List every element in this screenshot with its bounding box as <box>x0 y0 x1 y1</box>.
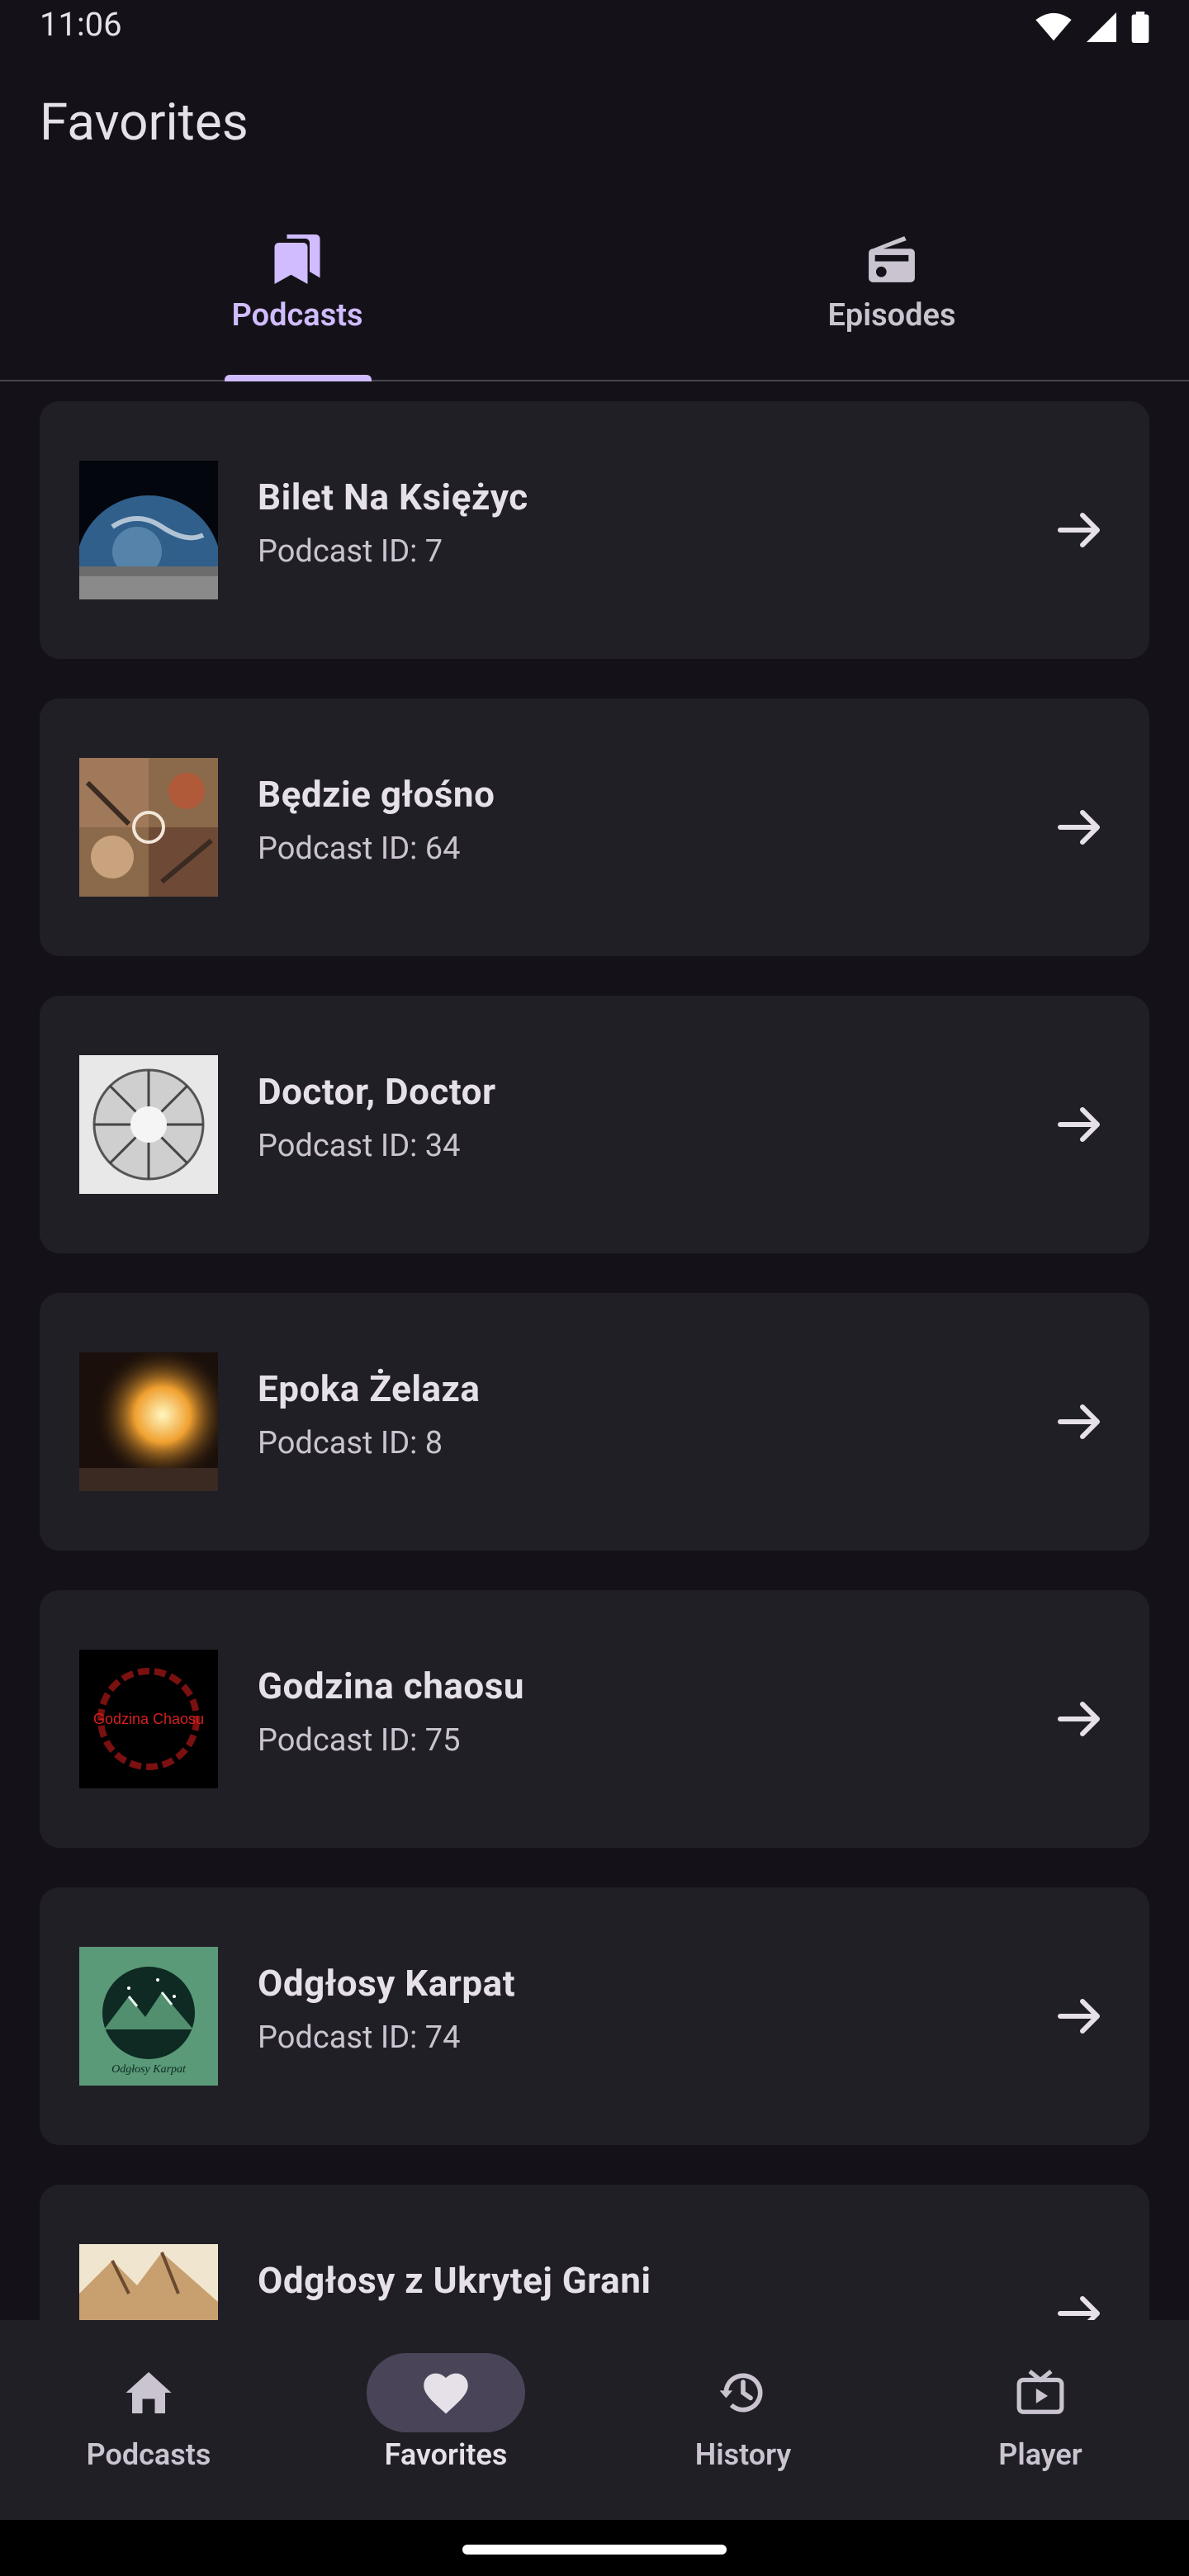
nav-indicator <box>367 2353 525 2432</box>
podcast-id: Podcast ID: 75 <box>258 1722 461 1759</box>
page-title: Favorites <box>40 92 249 153</box>
nav-indicator <box>69 2353 228 2432</box>
podcast-cover: Godzina Chaosu <box>79 1650 218 1788</box>
arrow-right-icon[interactable] <box>1050 1392 1110 1451</box>
arrow-right-icon[interactable] <box>1050 1689 1110 1749</box>
tab-bar: Podcasts Episodes <box>0 215 1189 381</box>
podcast-title: Bilet Na Księżyc <box>258 476 528 519</box>
nav-player[interactable]: Player <box>892 2320 1189 2520</box>
gesture-bar <box>0 2520 1189 2576</box>
tab-podcasts-label: Podcasts <box>231 297 363 334</box>
podcast-card[interactable]: Będzie głośno Podcast ID: 64 <box>40 698 1149 956</box>
podcast-cover: Odgłosy Karpat <box>79 1947 218 2086</box>
podcast-cover <box>79 1352 218 1491</box>
podcast-card[interactable]: Doctor, Doctor Podcast ID: 34 <box>40 996 1149 1253</box>
podcast-title: Będzie głośno <box>258 773 495 816</box>
nav-favorites-label: Favorites <box>384 2437 508 2472</box>
podcast-card[interactable]: Godzina Chaosu Godzina chaosu Podcast ID… <box>40 1590 1149 1848</box>
podcast-title: Epoka Żelaza <box>258 1367 481 1410</box>
tab-episodes-label: Episodes <box>827 297 956 334</box>
cover-text: Odgłosy Karpat <box>111 2063 187 2076</box>
podcast-id: Podcast ID: 34 <box>258 1128 461 1164</box>
status-icons <box>1035 12 1149 43</box>
nav-indicator <box>961 2353 1120 2432</box>
podcast-title: Odgłosy Karpat <box>258 1962 516 2005</box>
podcast-cover <box>79 461 218 599</box>
radio-icon <box>865 230 919 289</box>
podcast-title: Godzina chaosu <box>258 1664 524 1707</box>
home-gesture-handle[interactable] <box>462 2545 727 2555</box>
arrow-right-icon[interactable] <box>1050 1095 1110 1154</box>
heart-icon <box>424 2373 468 2414</box>
cover-text: Godzina Chaosu <box>93 1711 204 1727</box>
bookmarks-icon <box>272 230 322 289</box>
status-bar: 11:06 <box>0 0 1189 58</box>
wifi-icon <box>1035 12 1072 41</box>
tab-indicator <box>225 375 372 381</box>
podcast-cover <box>79 2244 218 2320</box>
podcast-title: Doctor, Doctor <box>258 1070 496 1113</box>
nav-indicator <box>664 2353 822 2432</box>
podcast-card[interactable]: Odgłosy Karpat Odgłosy Karpat Podcast ID… <box>40 1887 1149 2145</box>
tv-play-icon <box>1016 2370 1064 2414</box>
podcast-card[interactable]: Epoka Żelaza Podcast ID: 8 <box>40 1293 1149 1551</box>
podcast-id: Podcast ID: 74 <box>258 2020 461 2056</box>
podcast-id: Podcast ID: 64 <box>258 831 461 867</box>
history-icon <box>719 2373 763 2413</box>
nav-podcasts-label: Podcasts <box>86 2437 211 2472</box>
podcast-card[interactable]: Odgłosy z Ukrytej Grani <box>40 2185 1149 2320</box>
bottom-navigation: Podcasts Favorites History Player <box>0 2320 1189 2520</box>
nav-podcasts[interactable]: Podcasts <box>0 2320 297 2520</box>
podcast-id: Podcast ID: 7 <box>258 533 443 570</box>
nav-favorites[interactable]: Favorites <box>297 2320 594 2520</box>
podcast-cover <box>79 758 218 897</box>
tab-podcasts[interactable]: Podcasts <box>0 215 594 380</box>
podcast-title: Odgłosy z Ukrytej Grani <box>258 2259 651 2302</box>
podcast-cover <box>79 1055 218 1194</box>
podcast-id: Podcast ID: 8 <box>258 1425 443 1461</box>
favorites-list: Bilet Na Księżyc Podcast ID: 7 Będzie gł… <box>0 383 1189 2320</box>
status-time: 11:06 <box>40 5 122 44</box>
signal-icon <box>1087 12 1116 42</box>
tab-episodes[interactable]: Episodes <box>594 215 1189 380</box>
arrow-right-icon[interactable] <box>1050 798 1110 857</box>
battery-icon <box>1131 12 1149 43</box>
nav-history-label: History <box>694 2437 792 2472</box>
arrow-right-icon[interactable] <box>1050 500 1110 560</box>
arrow-right-icon[interactable] <box>1050 1986 1110 2046</box>
nav-player-label: Player <box>998 2437 1082 2472</box>
nav-history[interactable]: History <box>594 2320 892 2520</box>
arrow-right-icon[interactable] <box>1050 2284 1110 2320</box>
home-icon <box>126 2372 172 2413</box>
podcast-card[interactable]: Bilet Na Księżyc Podcast ID: 7 <box>40 401 1149 659</box>
